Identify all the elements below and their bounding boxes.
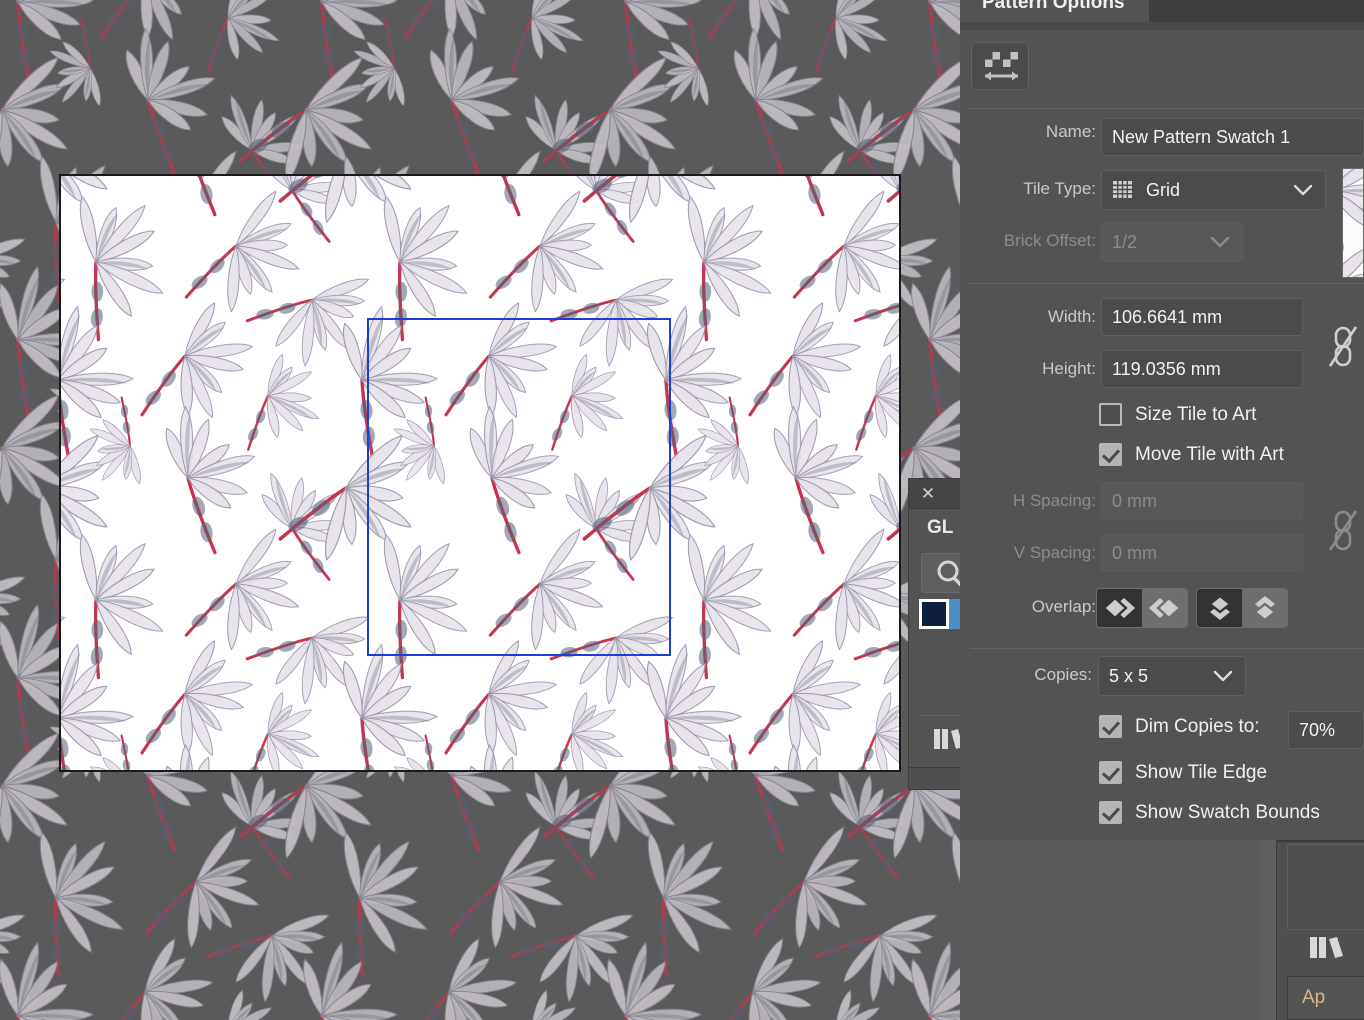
chevron-down-icon — [1213, 670, 1233, 682]
panel-tab-inactive[interactable] — [1115, 0, 1364, 22]
panel-tab-underbar — [960, 22, 1364, 30]
width-input[interactable]: 106.6641 mm — [1101, 298, 1303, 336]
show-tile-edge-checkbox[interactable] — [1099, 761, 1122, 784]
tile-type-label: Tile Type: — [1023, 179, 1096, 198]
panel-divider-copies — [970, 648, 1364, 649]
overlap-right-in-front-button[interactable] — [1142, 589, 1187, 627]
dim-copies-input[interactable]: 70% — [1288, 711, 1364, 749]
dock-divider — [1277, 840, 1364, 842]
swatch-navy[interactable] — [919, 599, 949, 629]
chevron-down-icon — [1210, 236, 1230, 248]
height-label: Height: — [1042, 359, 1096, 378]
tab-pattern-options[interactable]: Pattern Options — [960, 0, 1149, 22]
pattern-preview-thumbnail[interactable] — [1342, 168, 1364, 278]
panel-divider-dimensions — [970, 283, 1364, 284]
v-spacing-input[interactable]: 0 mm — [1101, 534, 1303, 572]
move-tile-with-art-row[interactable]: Move Tile with Art — [1099, 443, 1284, 466]
dock-panel-box — [1287, 844, 1364, 930]
move-tile-with-art-checkbox[interactable] — [1099, 443, 1122, 466]
overlap-bottom-in-front-button[interactable] — [1242, 589, 1287, 627]
show-swatch-bounds-label: Show Swatch Bounds — [1135, 801, 1320, 823]
overlap-vertical-group[interactable] — [1196, 588, 1288, 628]
h-spacing-row: H Spacing: — [976, 491, 1096, 511]
tile-type-value: Grid — [1146, 179, 1181, 200]
broken-link-icon[interactable] — [1326, 322, 1360, 375]
copies-label: Copies: — [1034, 665, 1092, 684]
copies-value: 5 x 5 — [1109, 665, 1149, 686]
width-row: Width: — [1022, 307, 1096, 327]
apply-button[interactable]: Ap — [1287, 976, 1364, 1020]
illustrator-pattern-editor: ✕ GL Pattern Options Name: New Pattern S… — [0, 0, 1364, 1020]
move-tile-with-art-label: Move Tile with Art — [1135, 443, 1284, 465]
dim-copies-row[interactable]: Dim Copies to: — [1099, 715, 1260, 738]
overlap-horizontal-group[interactable] — [1096, 588, 1188, 628]
overlap-label: Overlap: — [1031, 597, 1096, 616]
size-tile-to-art-label: Size Tile to Art — [1135, 403, 1257, 425]
h-spacing-label: H Spacing: — [1012, 491, 1096, 510]
copies-select[interactable]: 5 x 5 — [1098, 656, 1246, 696]
document-canvas[interactable] — [0, 0, 960, 1020]
overlap-top-in-front-button[interactable] — [1197, 589, 1242, 627]
panel-bottom-filler — [960, 840, 1260, 1020]
overlap-row: Overlap: — [1012, 597, 1096, 617]
show-swatch-bounds-row[interactable]: Show Swatch Bounds — [1099, 801, 1320, 824]
width-label: Width: — [1047, 307, 1096, 326]
tile-resize-icon — [985, 52, 1018, 81]
pattern-tile-tool-button[interactable] — [971, 42, 1029, 90]
overlap-left-in-front-button[interactable] — [1097, 589, 1142, 627]
show-tile-edge-label: Show Tile Edge — [1135, 761, 1268, 783]
v-spacing-label: V Spacing: — [1013, 543, 1096, 562]
size-tile-to-art-checkbox[interactable] — [1099, 403, 1122, 426]
tile-type-select[interactable]: Grid — [1101, 170, 1326, 210]
swatch-library-icon[interactable] — [1309, 932, 1351, 965]
panel-divider-top — [970, 108, 1364, 109]
height-input[interactable]: 119.0356 mm — [1101, 350, 1303, 388]
v-spacing-row: V Spacing: — [980, 543, 1096, 563]
diamond-bottom-front-icon — [1253, 596, 1277, 621]
diamond-top-front-icon — [1207, 595, 1232, 620]
panel-tab-bar: Pattern Options — [960, 0, 1364, 22]
broken-link-icon[interactable] — [1326, 506, 1360, 559]
dim-copies-label: Dim Copies to: — [1135, 715, 1260, 737]
diamond-left-front-icon — [1101, 596, 1135, 620]
height-row: Height: — [1018, 359, 1096, 379]
dim-copies-checkbox[interactable] — [1099, 715, 1122, 738]
brick-offset-label: Brick Offset: — [1003, 231, 1096, 250]
brick-offset-select[interactable]: 1/2 — [1101, 222, 1243, 262]
show-tile-edge-row[interactable]: Show Tile Edge — [1099, 761, 1267, 784]
right-dock-column: Ap — [1276, 840, 1364, 1020]
panel-gutter — [1260, 840, 1276, 1020]
copies-row: Copies: — [1012, 665, 1092, 685]
tile-type-row: Tile Type: — [992, 179, 1096, 199]
grid-icon — [1113, 181, 1132, 198]
artboard[interactable] — [59, 174, 901, 772]
size-tile-to-art-row[interactable]: Size Tile to Art — [1099, 403, 1256, 426]
h-spacing-input[interactable]: 0 mm — [1101, 482, 1303, 520]
brick-offset-row: Brick Offset: — [968, 231, 1096, 251]
diamond-right-front-icon — [1149, 596, 1182, 620]
name-row: Name: — [1020, 122, 1096, 142]
chevron-down-icon — [1293, 184, 1313, 196]
brick-offset-value: 1/2 — [1112, 231, 1138, 252]
pattern-name-input[interactable]: New Pattern Swatch 1 — [1101, 118, 1364, 156]
show-swatch-bounds-checkbox[interactable] — [1099, 801, 1122, 824]
name-label: Name: — [1045, 122, 1096, 141]
artboard-pattern-art — [61, 176, 899, 770]
close-icon[interactable]: ✕ — [919, 485, 937, 503]
